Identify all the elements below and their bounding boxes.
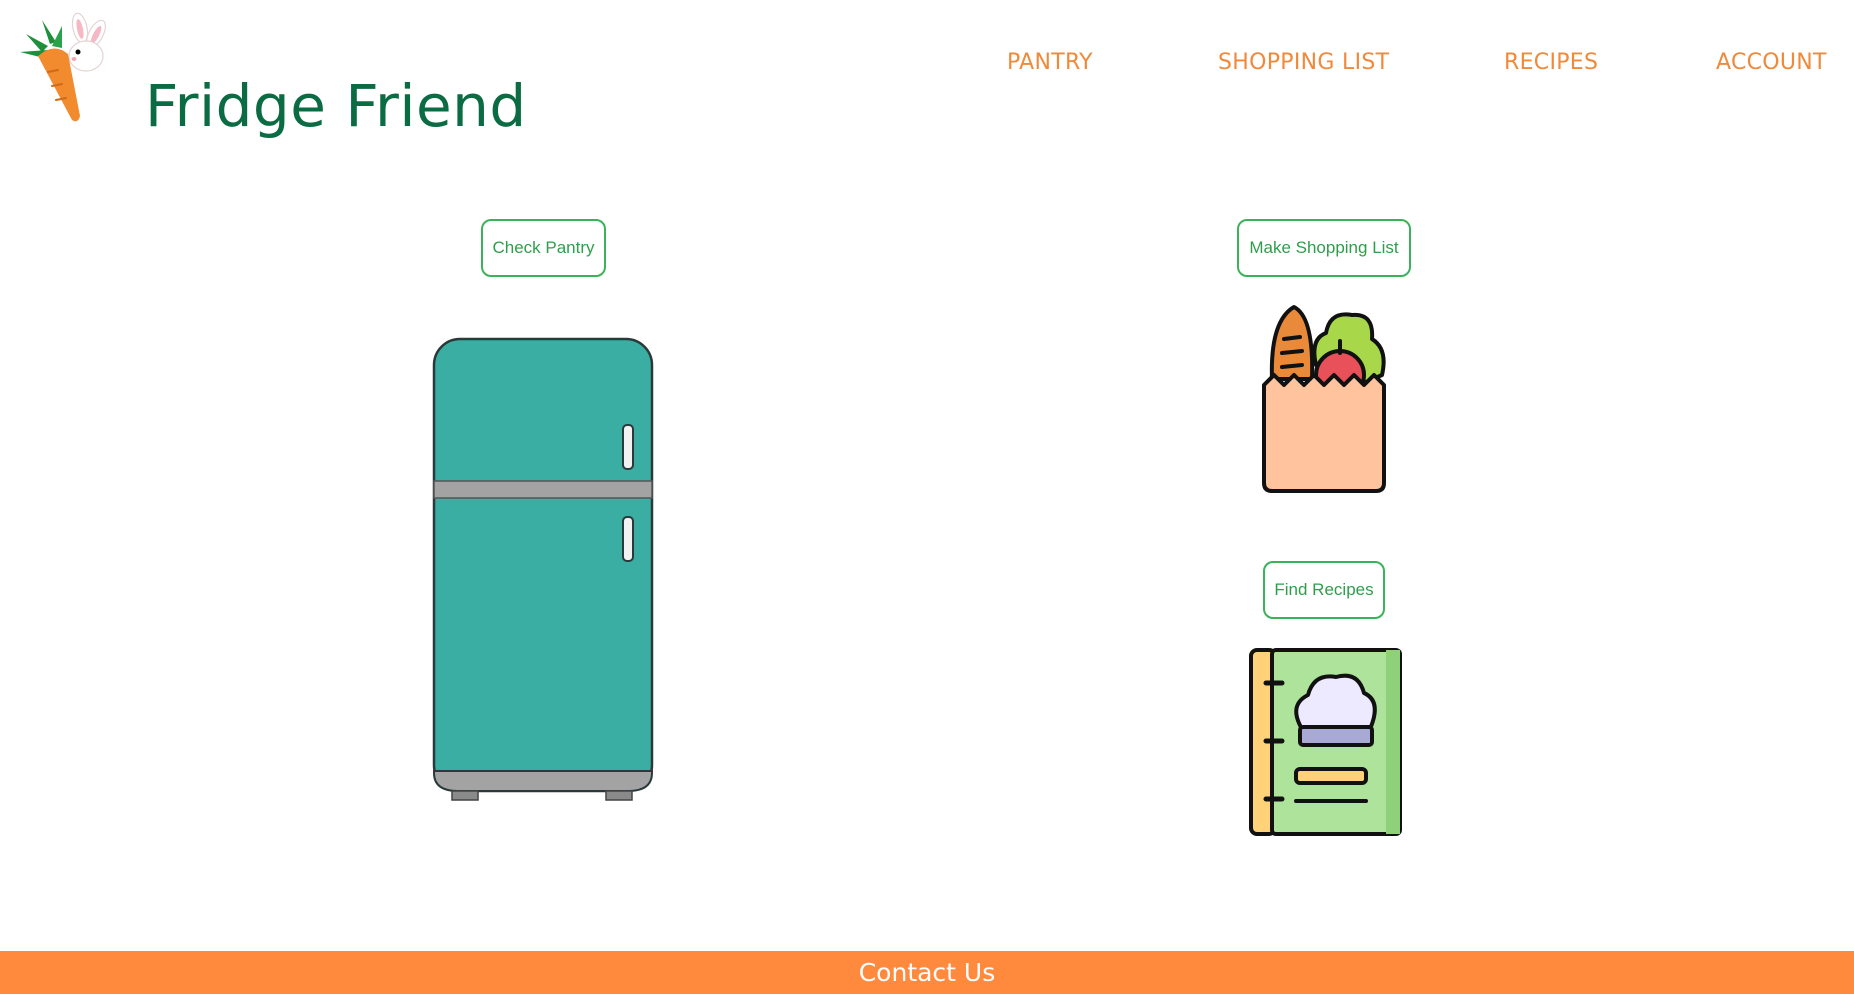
contact-us-link[interactable]: Contact Us [859, 958, 996, 987]
fridge-icon [432, 337, 654, 807]
nav-account[interactable]: ACCOUNT [1716, 50, 1827, 75]
check-pantry-button[interactable]: Check Pantry [481, 219, 606, 277]
footer: Contact Us [0, 951, 1854, 994]
nav-recipes[interactable]: RECIPES [1504, 50, 1598, 75]
recipe-book-icon [1248, 647, 1404, 843]
page: Fridge Friend PANTRY SHOPPING LIST RECIP… [0, 0, 1854, 994]
carrot-bunny-icon[interactable] [18, 12, 110, 130]
make-shopping-list-button[interactable]: Make Shopping List [1237, 219, 1411, 277]
nav-shopping-list[interactable]: SHOPPING LIST [1218, 50, 1389, 75]
find-recipes-button[interactable]: Find Recipes [1263, 561, 1385, 619]
nav-pantry[interactable]: PANTRY [1007, 50, 1093, 75]
site-title: Fridge Friend [145, 72, 527, 140]
grocery-bag-icon [1260, 303, 1390, 499]
